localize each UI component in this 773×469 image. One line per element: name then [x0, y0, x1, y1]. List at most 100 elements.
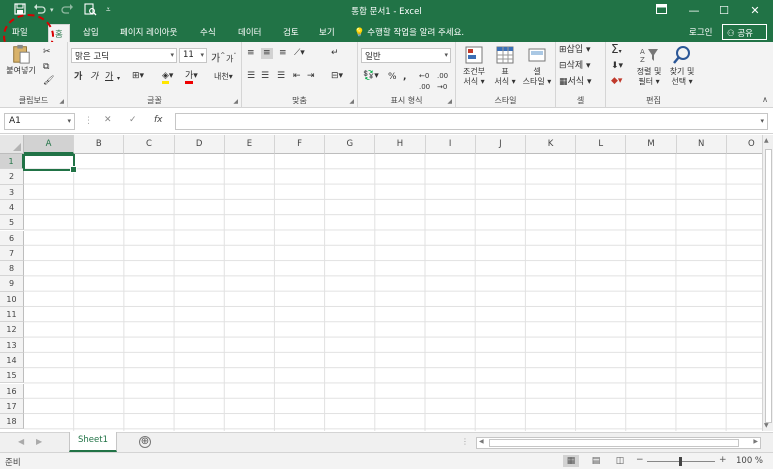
bold-button[interactable]: 가 [74, 72, 82, 83]
login-link[interactable]: 로그인 [689, 26, 712, 38]
format-painter-icon[interactable]: 🖌 [43, 76, 54, 87]
row-header[interactable]: 2 [0, 169, 24, 185]
row-header[interactable]: 13 [0, 337, 24, 353]
column-header[interactable]: K [526, 135, 577, 154]
row-header[interactable]: 17 [0, 398, 24, 415]
align-right-icon[interactable]: ☰ [277, 71, 285, 82]
sheet-tab-sheet1[interactable]: Sheet1 [69, 432, 117, 452]
percent-icon[interactable]: % [388, 72, 397, 83]
formula-input[interactable]: ▾ [175, 113, 768, 130]
add-sheet-button[interactable]: ⊕ [139, 436, 151, 448]
horizontal-scrollbar[interactable]: ◀ ▶ [476, 437, 761, 449]
conditional-formatting-button[interactable]: 조건부 서식 ▾ [458, 45, 490, 87]
restore-icon[interactable]: ☐ [710, 2, 738, 19]
minimize-icon[interactable]: — [680, 2, 708, 19]
column-header[interactable]: J [475, 135, 526, 154]
zoom-level[interactable]: 100 % [736, 456, 763, 466]
name-box[interactable]: A1 ▾ [4, 113, 75, 130]
expand-formula-bar-icon[interactable]: ▾ [760, 117, 764, 125]
row-header[interactable]: 6 [0, 230, 24, 246]
select-all-button[interactable] [0, 135, 24, 154]
copy-icon[interactable]: ⧉ [43, 62, 49, 73]
column-header[interactable]: I [425, 135, 476, 154]
wrap-text-icon[interactable]: ↵ [331, 48, 339, 59]
insert-function-icon[interactable]: fx [154, 115, 163, 125]
row-header[interactable]: 7 [0, 245, 24, 262]
sort-filter-button[interactable]: AZ 정렬 및 필터 ▾ [633, 45, 665, 87]
italic-button[interactable]: 가 [90, 72, 98, 83]
column-header[interactable]: G [325, 135, 376, 154]
row-header[interactable]: 15 [0, 368, 24, 384]
format-cells-button[interactable]: ▦서식 ▾ [559, 77, 591, 88]
tab-view[interactable]: 보기 [319, 26, 335, 38]
fill-icon[interactable]: ⬇▾ [611, 61, 623, 72]
increase-decimal-icon[interactable]: ←0.00 [419, 71, 430, 93]
zoom-in-button[interactable]: + [719, 455, 727, 465]
normal-view-icon[interactable]: ▦ [563, 455, 579, 467]
increase-indent-icon[interactable]: ⇥ [307, 71, 315, 82]
horizontal-scroll-thumb[interactable] [489, 439, 739, 447]
row-header[interactable]: 18 [0, 414, 24, 430]
tell-me-box[interactable]: 💡 수행할 작업을 알려 주세요. [354, 26, 464, 38]
cut-icon[interactable]: ✂ [43, 47, 51, 58]
paste-button[interactable]: 붙여넣기 [3, 44, 39, 76]
row-header[interactable]: 14 [0, 352, 24, 369]
active-cell-a1[interactable] [23, 154, 77, 173]
vertical-scroll-thumb[interactable] [765, 149, 772, 423]
column-header[interactable]: F [275, 135, 326, 154]
decrease-decimal-icon[interactable]: .00 →0 [437, 71, 448, 93]
zoom-slider[interactable] [647, 457, 715, 466]
page-layout-view-icon[interactable]: ▤ [588, 455, 604, 467]
row-header[interactable]: 10 [0, 291, 24, 307]
find-select-button[interactable]: 찾기 및 선택 ▾ [666, 45, 698, 87]
scroll-right-icon[interactable]: ▶ [753, 438, 758, 445]
row-header[interactable]: 16 [0, 383, 24, 399]
tab-insert[interactable]: 삽입 [83, 26, 99, 38]
column-header[interactable]: B [74, 135, 125, 154]
autosum-icon[interactable]: Σ▾ [611, 43, 622, 57]
cell-styles-button[interactable]: 셀 스타일 ▾ [520, 45, 554, 87]
tab-page-layout[interactable]: 페이지 레이아웃 [120, 26, 177, 38]
close-icon[interactable]: ✕ [741, 2, 769, 19]
align-top-icon[interactable]: ≡ [247, 48, 255, 59]
alignment-launcher-icon[interactable]: ◢ [349, 98, 354, 105]
decrease-indent-icon[interactable]: ⇤ [293, 71, 301, 82]
zoom-out-button[interactable]: − [636, 455, 644, 465]
font-color-button[interactable]: 가▾ [185, 71, 198, 84]
next-sheet-icon[interactable]: ▶ [36, 437, 42, 446]
cell-area[interactable] [24, 154, 762, 431]
format-as-table-button[interactable]: 표 서식 ▾ [491, 45, 519, 87]
phonetic-button[interactable]: 내천▾ [214, 71, 233, 82]
cancel-icon[interactable]: ✕ [104, 115, 112, 125]
page-break-view-icon[interactable]: ◫ [612, 455, 628, 467]
scroll-up-icon[interactable]: ▲ [764, 137, 769, 144]
share-button[interactable]: ⚇ 공유 [722, 24, 767, 40]
fill-color-icon[interactable]: ◈▾ [162, 71, 173, 84]
column-header[interactable]: H [375, 135, 426, 154]
border-icon[interactable]: ⊞▾ [132, 71, 144, 82]
underline-button[interactable]: 가 [105, 72, 113, 83]
row-header[interactable]: 5 [0, 215, 24, 231]
font-size-box[interactable]: 11 ▾ [179, 48, 207, 63]
tab-review[interactable]: 검토 [283, 26, 299, 38]
enter-icon[interactable]: ✓ [129, 115, 137, 125]
column-header[interactable]: C [124, 135, 175, 154]
column-header[interactable]: M [626, 135, 677, 154]
shrink-font-button[interactable]: 가ˇ [226, 51, 236, 65]
column-header[interactable]: L [576, 135, 627, 154]
ribbon-display-options-icon[interactable] [647, 2, 675, 19]
number-launcher-icon[interactable]: ◢ [447, 98, 452, 105]
column-header[interactable]: E [224, 135, 275, 154]
clipboard-launcher-icon[interactable]: ◢ [59, 98, 64, 105]
row-header[interactable]: 1 [0, 154, 24, 170]
tab-data[interactable]: 데이터 [238, 26, 261, 38]
comma-style-icon[interactable]: , [403, 72, 406, 83]
delete-cells-button[interactable]: ⊟삭제 ▾ [559, 61, 591, 72]
column-header[interactable]: N [676, 135, 727, 154]
align-center-icon[interactable]: ☰ [261, 71, 269, 82]
zoom-slider-knob[interactable] [679, 457, 682, 466]
row-header[interactable]: 4 [0, 199, 24, 216]
scroll-down-icon[interactable]: ▼ [764, 422, 769, 429]
insert-cells-button[interactable]: ⊞삽입 ▾ [559, 45, 591, 56]
column-header[interactable]: A [24, 135, 75, 154]
